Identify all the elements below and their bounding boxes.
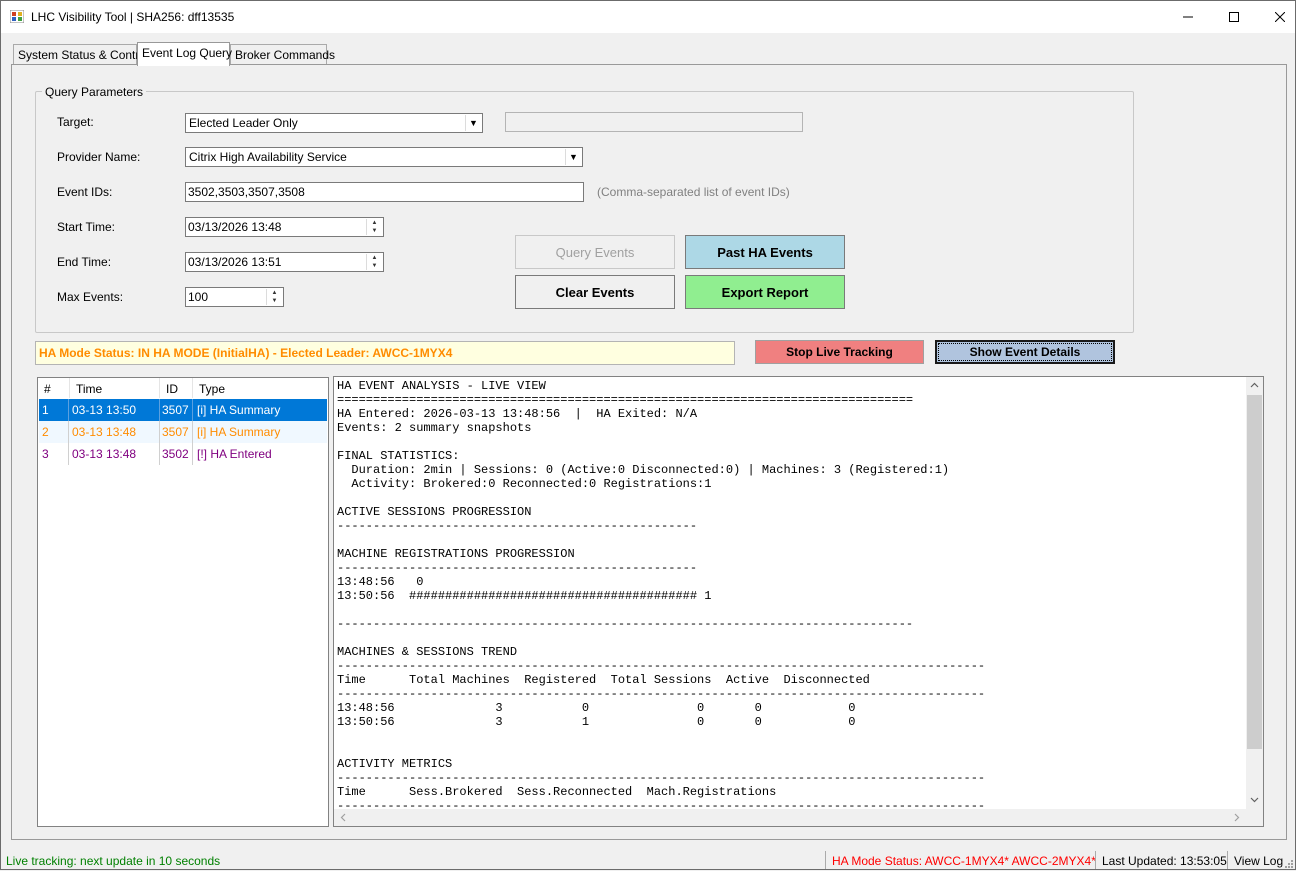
- export-report-button[interactable]: Export Report: [685, 275, 845, 309]
- event-ids-label: Event IDs:: [57, 185, 113, 199]
- chevron-up-icon[interactable]: [1250, 381, 1259, 390]
- spin-up-icon[interactable]: ▲: [267, 289, 282, 297]
- status-divider: [825, 851, 826, 869]
- minimize-button[interactable]: [1165, 1, 1211, 33]
- max-events-label: Max Events:: [57, 290, 124, 304]
- resize-grip-icon[interactable]: [1283, 858, 1294, 869]
- spin-down-icon[interactable]: ▼: [367, 262, 382, 270]
- row-type: [i] HA Summary: [197, 425, 281, 439]
- column-header-type[interactable]: Type: [193, 378, 326, 398]
- table-row[interactable]: 1 03-13 13:50 3507 [i] HA Summary: [39, 399, 327, 421]
- ha-mode-status-bar: HA Mode Status: AWCC-1MYX4* AWCC-2MYX4*: [832, 854, 1096, 868]
- event-ids-input[interactable]: 3502,3503,3507,3508: [185, 182, 584, 202]
- start-time-spinner[interactable]: ▲ ▼: [366, 219, 382, 235]
- provider-label: Provider Name:: [57, 150, 141, 164]
- status-divider: [1095, 851, 1096, 869]
- target-value: Elected Leader Only: [189, 116, 298, 130]
- max-events-value: 100: [188, 290, 209, 304]
- show-event-details-button[interactable]: Show Event Details: [935, 340, 1115, 364]
- start-time-picker[interactable]: 03/13/2026 13:48 ▲ ▼: [185, 217, 384, 237]
- column-header-id[interactable]: ID: [160, 378, 193, 398]
- spin-down-icon[interactable]: ▼: [267, 297, 282, 305]
- tab-broker-commands[interactable]: Broker Commands: [230, 44, 335, 64]
- clear-events-button[interactable]: Clear Events: [515, 275, 675, 309]
- end-time-picker[interactable]: 03/13/2026 13:51 ▲ ▼: [185, 252, 384, 272]
- target-label: Target:: [57, 115, 94, 129]
- column-header-time[interactable]: Time: [70, 378, 160, 398]
- status-divider: [1227, 851, 1228, 869]
- vertical-scrollbar[interactable]: [1246, 377, 1263, 809]
- last-updated: Last Updated: 13:53:05: [1102, 854, 1227, 868]
- table-row[interactable]: 2 03-13 13:48 3507 [i] HA Summary: [39, 421, 327, 443]
- ha-mode-status: HA Mode Status: IN HA MODE (InitialHA) -…: [35, 341, 735, 365]
- title-bar: LHC Visibility Tool | SHA256: dff13535: [1, 1, 1295, 33]
- event-ids-hint: (Comma-separated list of event IDs): [597, 185, 790, 199]
- minimize-icon: [1183, 16, 1193, 18]
- query-events-button[interactable]: Query Events: [515, 235, 675, 269]
- tab-event-log-query[interactable]: Event Log Query: [137, 42, 232, 66]
- max-events-stepper[interactable]: 100 ▲ ▼: [185, 287, 284, 307]
- close-icon: [1275, 12, 1285, 22]
- row-time: 03-13 13:48: [72, 447, 137, 461]
- stop-live-tracking-button[interactable]: Stop Live Tracking: [755, 340, 924, 364]
- maximize-button[interactable]: [1211, 1, 1257, 33]
- max-events-spinner[interactable]: ▲ ▼: [266, 289, 282, 305]
- target-detail-field: [505, 112, 803, 132]
- spin-down-icon[interactable]: ▼: [367, 227, 382, 235]
- row-num: 3: [42, 447, 49, 461]
- spin-up-icon[interactable]: ▲: [367, 254, 382, 262]
- tab-system-status[interactable]: System Status & Control: [13, 44, 149, 64]
- chevron-down-icon: ▼: [465, 115, 481, 131]
- end-time-value: 03/13/2026 13:51: [188, 255, 282, 269]
- close-button[interactable]: [1257, 1, 1296, 33]
- start-time-value: 03/13/2026 13:48: [188, 220, 282, 234]
- app-window: LHC Visibility Tool | SHA256: dff13535 S…: [0, 0, 1296, 870]
- chevron-down-icon[interactable]: [1250, 795, 1259, 804]
- row-id: 3507: [162, 425, 189, 439]
- provider-select[interactable]: Citrix High Availability Service ▼: [185, 147, 583, 167]
- row-num: 1: [42, 403, 49, 417]
- chevron-down-icon: ▼: [565, 149, 581, 165]
- live-tracking-status: Live tracking: next update in 10 seconds: [6, 854, 221, 868]
- report-text: HA EVENT ANALYSIS - LIVE VIEW ==========…: [337, 379, 986, 807]
- row-num: 2: [42, 425, 49, 439]
- end-time-spinner[interactable]: ▲ ▼: [366, 254, 382, 270]
- window-title: LHC Visibility Tool | SHA256: dff13535: [31, 10, 235, 24]
- scroll-corner: [1246, 809, 1263, 826]
- past-ha-events-button[interactable]: Past HA Events: [685, 235, 845, 269]
- chevron-right-icon[interactable]: [1232, 813, 1241, 822]
- row-type: [i] HA Summary: [197, 403, 281, 417]
- column-header-num[interactable]: #: [38, 378, 70, 398]
- end-time-label: End Time:: [57, 255, 112, 269]
- row-type: [!] HA Entered: [197, 447, 272, 461]
- view-log-link[interactable]: View Log: [1234, 851, 1283, 871]
- row-id: 3507: [162, 403, 189, 417]
- row-time: 03-13 13:50: [72, 403, 137, 417]
- start-time-label: Start Time:: [57, 220, 116, 234]
- app-icon: [10, 10, 24, 23]
- provider-value: Citrix High Availability Service: [189, 150, 347, 164]
- maximize-icon: [1229, 12, 1239, 22]
- row-time: 03-13 13:48: [72, 425, 137, 439]
- scroll-thumb[interactable]: [1247, 395, 1262, 749]
- event-report-textbox[interactable]: HA EVENT ANALYSIS - LIVE VIEW ==========…: [333, 376, 1264, 827]
- spin-up-icon[interactable]: ▲: [367, 219, 382, 227]
- target-select[interactable]: Elected Leader Only ▼: [185, 113, 483, 133]
- horizontal-scrollbar[interactable]: [334, 809, 1246, 826]
- row-id: 3502: [162, 447, 189, 461]
- chevron-left-icon[interactable]: [339, 813, 348, 822]
- table-row[interactable]: 3 03-13 13:48 3502 [!] HA Entered: [39, 443, 327, 465]
- group-title: Query Parameters: [42, 85, 147, 99]
- event-list[interactable]: # Time ID Type 1 03-13 13:50 3507 [i] HA…: [37, 377, 329, 827]
